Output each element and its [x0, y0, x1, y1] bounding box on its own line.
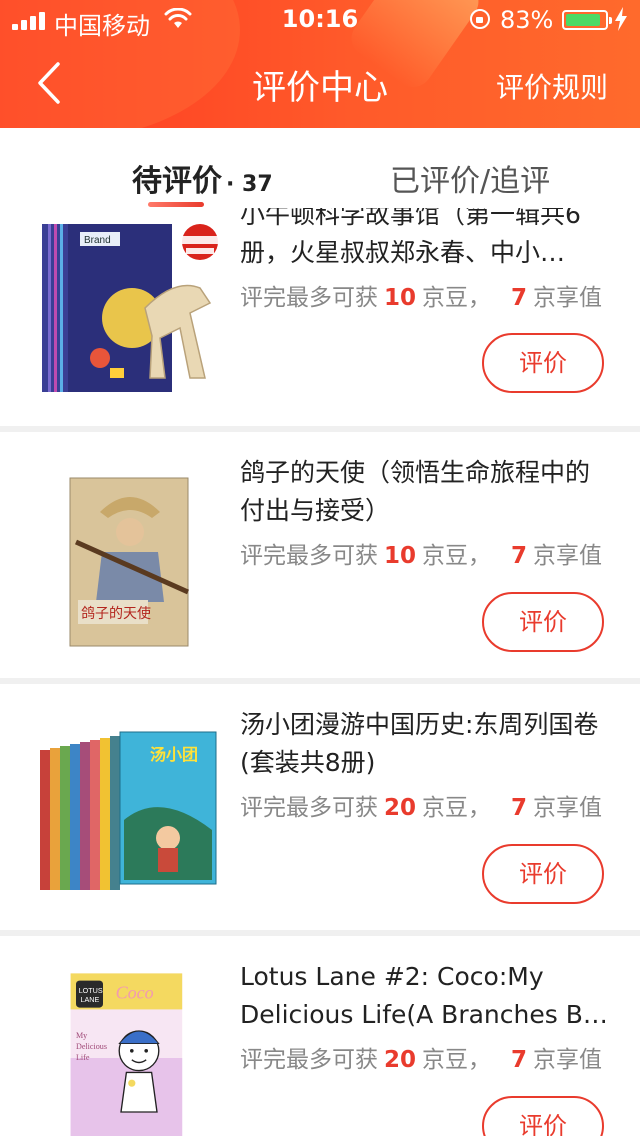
- rules-link[interactable]: 评价规则: [496, 66, 608, 106]
- list-item: 汤小团 汤小团漫游中国历史:东周列国卷(套装共8册) 评完最多可获 20 京豆， 7 京…: [0, 684, 640, 934]
- tab-reviewed[interactable]: 已评价/追评: [390, 156, 550, 200]
- orientation-lock-icon: [470, 9, 490, 29]
- svg-text:Life: Life: [76, 1053, 90, 1062]
- review-list: Brand 小牛顿科学故事馆（第一辑共6册，火星叔叔郑永春、中小… 评完最多可获…: [0, 208, 640, 1136]
- product-title[interactable]: 鸽子的天使（领悟生命旅程中的付出与接受）: [240, 454, 610, 530]
- svg-text:LANE: LANE: [81, 995, 100, 1004]
- enjoy-value: 7: [511, 795, 528, 821]
- reward-info: 评完最多可获 10 京豆， 7 京享值: [240, 543, 603, 569]
- bean-count: 20: [384, 1047, 417, 1073]
- bean-count: 10: [384, 543, 417, 569]
- enjoy-value: 7: [511, 1047, 528, 1073]
- tab-pending-count: · 37: [226, 172, 273, 197]
- product-image: LOTUS LANE Coco My Delicious Life: [70, 973, 183, 1136]
- list-item: Brand 小牛顿科学故事馆（第一辑共6册，火星叔叔郑永春、中小… 评完最多可获…: [0, 208, 640, 426]
- reward-info: 评完最多可获 20 京豆， 7 京享值: [240, 795, 603, 821]
- status-bar: 中国移动 10:16 83%: [0, 0, 640, 40]
- rate-button[interactable]: 评价: [482, 592, 604, 652]
- tab-bar: 待评价 · 37 已评价/追评: [0, 128, 640, 208]
- list-item: LOTUS LANE Coco My Delicious Life Lotus …: [0, 936, 640, 1136]
- enjoy-value: 7: [511, 543, 528, 569]
- product-title[interactable]: Lotus Lane #2: Coco:My Delicious Life(A …: [240, 958, 610, 1034]
- rate-button[interactable]: 评价: [482, 844, 604, 904]
- svg-text:Coco: Coco: [116, 983, 154, 1003]
- enjoy-value: 7: [511, 285, 528, 311]
- product-image: 鸽子的天使: [69, 477, 190, 647]
- product-title[interactable]: 小牛顿科学故事馆（第一辑共6册，火星叔叔郑永春、中小…: [240, 208, 610, 272]
- product-image: 汤小团: [40, 731, 217, 890]
- charging-icon: [615, 7, 627, 31]
- bean-count: 20: [384, 795, 417, 821]
- svg-text:Delicious: Delicious: [76, 1042, 107, 1051]
- reward-info: 评完最多可获 10 京豆， 7 京享值: [240, 285, 603, 311]
- list-item: 鸽子的天使 鸽子的天使（领悟生命旅程中的付出与接受） 评完最多可获 10 京豆， 7 京…: [0, 432, 640, 682]
- product-image: Brand: [42, 224, 218, 392]
- header: 中国移动 10:16 83% 评价中心 评价规则: [0, 0, 640, 128]
- svg-text:LOTUS: LOTUS: [79, 986, 103, 995]
- bean-count: 10: [384, 285, 417, 311]
- rate-button[interactable]: 评价: [482, 1096, 604, 1136]
- tab-pending-label: 待评价: [132, 164, 222, 199]
- battery-percent: 83%: [500, 6, 554, 34]
- battery-icon: [562, 10, 612, 30]
- svg-text:汤小团: 汤小团: [150, 745, 198, 764]
- active-tab-indicator: [148, 202, 204, 207]
- svg-text:My: My: [76, 1031, 87, 1040]
- product-title[interactable]: 汤小团漫游中国历史:东周列国卷(套装共8册): [240, 706, 610, 782]
- svg-text:Brand: Brand: [84, 235, 111, 246]
- reward-info: 评完最多可获 20 京豆， 7 京享值: [240, 1047, 603, 1073]
- svg-text:鸽子的天使: 鸽子的天使: [81, 605, 151, 622]
- tab-pending[interactable]: 待评价 · 37: [132, 156, 273, 200]
- rate-button[interactable]: 评价: [482, 333, 604, 393]
